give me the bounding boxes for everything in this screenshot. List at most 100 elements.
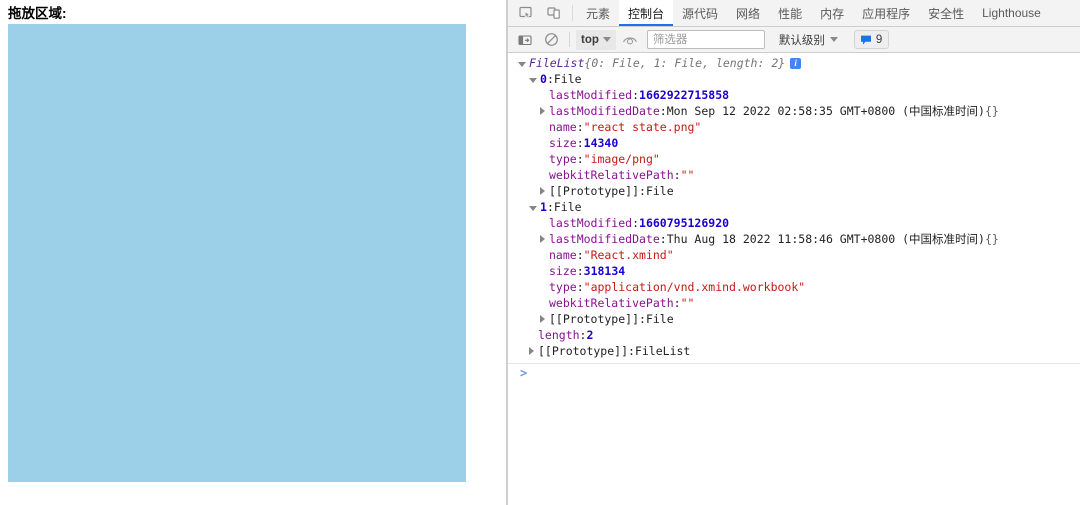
console-tree-row[interactable]: type: "application/vnd.xmind.workbook" xyxy=(508,279,1080,295)
console-token: 14340 xyxy=(584,135,619,151)
console-token: type xyxy=(549,151,577,167)
console-tree-row[interactable]: 1: File xyxy=(508,199,1080,215)
console-token: type xyxy=(549,279,577,295)
console-token: 1662922715858 xyxy=(639,87,729,103)
tab-label: Lighthouse xyxy=(982,6,1041,20)
tab-security[interactable]: 安全性 xyxy=(919,0,973,26)
tab-label: 应用程序 xyxy=(862,5,910,22)
tab-lighthouse[interactable]: Lighthouse xyxy=(973,0,1050,26)
disclosure-triangle-collapsed-icon[interactable] xyxy=(540,235,545,243)
console-token: webkitRelativePath xyxy=(549,295,674,311)
web-page-pane: 拖放区域: xyxy=(0,0,506,505)
console-token: : xyxy=(632,215,639,231)
console-token: 0 xyxy=(540,71,547,87)
console-tree-row[interactable]: [[Prototype]]: File xyxy=(508,311,1080,327)
console-tree-row[interactable]: 0: File xyxy=(508,71,1080,87)
console-tree-row[interactable]: webkitRelativePath: "" xyxy=(508,295,1080,311)
log-level-selector[interactable]: 默认级别 xyxy=(775,30,842,50)
console-token: [[Prototype]] xyxy=(549,311,639,327)
console-token: "react state.png" xyxy=(584,119,702,135)
console-token: : xyxy=(547,199,554,215)
disclosure-triangle-expanded-icon[interactable] xyxy=(529,206,537,211)
console-token: : xyxy=(547,71,554,87)
console-tree-row[interactable]: size: 14340 xyxy=(508,135,1080,151)
eye-icon[interactable] xyxy=(618,29,642,51)
disclosure-triangle-collapsed-icon[interactable] xyxy=(540,315,545,323)
chevron-down-icon xyxy=(830,37,838,42)
file-drop-zone[interactable] xyxy=(8,24,466,482)
console-tree-row[interactable]: name: "react state.png" xyxy=(508,119,1080,135)
console-token: "React.xmind" xyxy=(584,247,674,263)
inspect-element-icon[interactable] xyxy=(512,0,540,26)
console-token: File xyxy=(554,199,582,215)
tab-console[interactable]: 控制台 xyxy=(619,0,673,26)
tab-memory[interactable]: 内存 xyxy=(811,0,853,26)
tab-label: 控制台 xyxy=(628,5,664,22)
console-token: 2 xyxy=(586,327,593,343)
screenshot-root: 拖放区域: 元素 控制台 源代码 网络 性能 xyxy=(0,0,1080,505)
disclosure-triangle-expanded-icon[interactable] xyxy=(518,62,526,67)
message-count-badge[interactable]: 9 xyxy=(854,30,889,49)
console-token: "" xyxy=(681,167,695,183)
console-token: 318134 xyxy=(584,263,626,279)
console-token: : xyxy=(639,183,646,199)
console-token: name xyxy=(549,247,577,263)
disclosure-triangle-collapsed-icon[interactable] xyxy=(529,347,534,355)
console-tree-row[interactable]: name: "React.xmind" xyxy=(508,247,1080,263)
console-token: FileList xyxy=(529,55,584,71)
console-token: File xyxy=(554,71,582,87)
search-input[interactable] xyxy=(647,30,765,49)
console-tree-row[interactable]: type: "image/png" xyxy=(508,151,1080,167)
console-token: {} xyxy=(985,103,999,119)
console-log-entry[interactable]: FileList {0: File, 1: File, length: 2}i0… xyxy=(508,55,1080,360)
disclosure-triangle-collapsed-icon[interactable] xyxy=(540,187,545,195)
tab-elements[interactable]: 元素 xyxy=(577,0,619,26)
toolbar-separator xyxy=(572,5,573,21)
console-token: File xyxy=(646,183,674,199)
info-icon[interactable]: i xyxy=(790,58,801,69)
devtools-panel: 元素 控制台 源代码 网络 性能 内存 应用程序 安全性 Lighthouse xyxy=(508,0,1080,505)
devtools-tabstrip: 元素 控制台 源代码 网络 性能 内存 应用程序 安全性 Lighthouse xyxy=(508,0,1080,27)
console-tree-row[interactable]: lastModified: 1662922715858 xyxy=(508,87,1080,103)
console-prompt-row[interactable]: > xyxy=(508,363,1080,382)
console-token: : xyxy=(580,327,587,343)
console-token: : xyxy=(660,103,667,119)
disclosure-triangle-expanded-icon[interactable] xyxy=(529,78,537,83)
console-token: : xyxy=(674,295,681,311)
console-token: Mon Sep 12 2022 02:58:35 GMT+0800 (中国标准时… xyxy=(667,103,985,119)
console-token: : xyxy=(577,119,584,135)
console-tree-row[interactable]: webkitRelativePath: "" xyxy=(508,167,1080,183)
console-token: : xyxy=(577,135,584,151)
context-selector[interactable]: top xyxy=(576,30,616,50)
console-token: : xyxy=(660,231,667,247)
device-toolbar-icon[interactable] xyxy=(540,0,568,26)
disclosure-triangle-collapsed-icon[interactable] xyxy=(540,107,545,115)
console-output[interactable]: FileList {0: File, 1: File, length: 2}i0… xyxy=(508,53,1080,505)
console-tree-row[interactable]: length: 2 xyxy=(508,327,1080,343)
console-token: lastModified xyxy=(549,87,632,103)
console-tree-row[interactable]: [[Prototype]]: FileList xyxy=(508,343,1080,359)
tab-label: 性能 xyxy=(778,5,802,22)
console-token: [[Prototype]] xyxy=(538,343,628,359)
console-token: : xyxy=(577,279,584,295)
tab-sources[interactable]: 源代码 xyxy=(673,0,727,26)
chevron-down-icon xyxy=(603,37,611,42)
tab-application[interactable]: 应用程序 xyxy=(853,0,919,26)
tab-network[interactable]: 网络 xyxy=(727,0,769,26)
context-selector-value: top xyxy=(581,34,599,46)
clear-console-icon[interactable] xyxy=(539,29,563,51)
console-token: : xyxy=(639,311,646,327)
console-sidebar-icon[interactable] xyxy=(513,29,537,51)
tab-performance[interactable]: 性能 xyxy=(769,0,811,26)
console-tree-row[interactable]: FileList {0: File, 1: File, length: 2}i xyxy=(508,55,1080,71)
console-token: 1660795126920 xyxy=(639,215,729,231)
tab-label: 网络 xyxy=(736,5,760,22)
console-tree-row[interactable]: size: 318134 xyxy=(508,263,1080,279)
tab-label: 元素 xyxy=(586,5,610,22)
console-tree-row[interactable]: lastModifiedDate: Thu Aug 18 2022 11:58:… xyxy=(508,231,1080,247)
console-tree-row[interactable]: lastModifiedDate: Mon Sep 12 2022 02:58:… xyxy=(508,103,1080,119)
console-tree-row[interactable]: [[Prototype]]: File xyxy=(508,183,1080,199)
console-token: lastModified xyxy=(549,215,632,231)
console-tree-row[interactable]: lastModified: 1660795126920 xyxy=(508,215,1080,231)
toolbar-separator xyxy=(569,32,570,47)
